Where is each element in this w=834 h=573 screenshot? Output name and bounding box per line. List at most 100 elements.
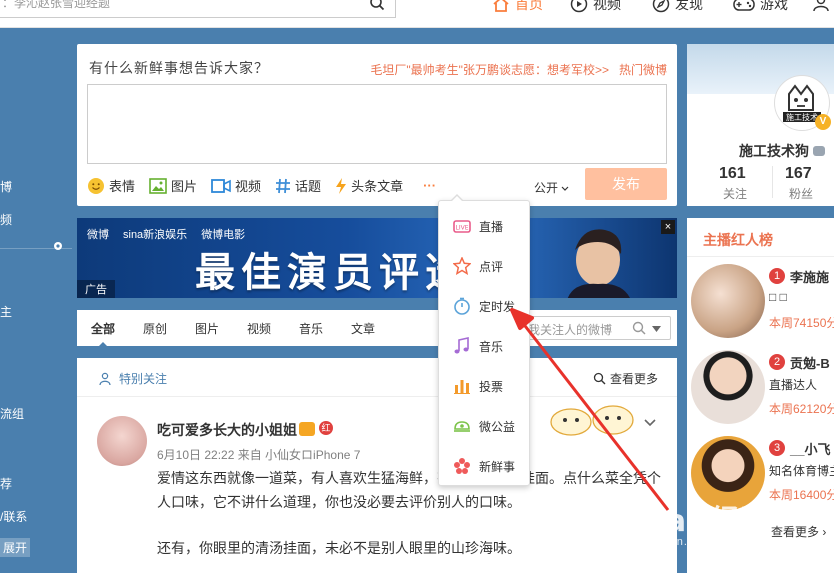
- search-icon[interactable]: [632, 321, 646, 335]
- nav-game[interactable]: 游戏: [733, 0, 788, 14]
- publish-button[interactable]: 发布: [585, 168, 667, 200]
- rank-name[interactable]: 贡勉-B: [790, 353, 830, 372]
- hot-topic-text[interactable]: 毛坦厂"最帅考生"张万鹏谈志愿：想考军校>>: [370, 63, 609, 77]
- topic-button[interactable]: 话题: [275, 176, 321, 195]
- rank-name[interactable]: 李施施: [790, 267, 829, 286]
- sidebar-item[interactable]: 荐: [0, 475, 12, 492]
- fans-count[interactable]: 167: [785, 165, 812, 183]
- headline-article-button[interactable]: 头条文章: [335, 176, 403, 195]
- top-bar: ：李沁赵张雪迎经题 首页 视频 发现 游戏: [0, 0, 834, 28]
- followed-search-placeholder: 我关注人的微博: [528, 323, 613, 337]
- menu-item-vote[interactable]: 投票: [439, 365, 531, 405]
- more-tools-button[interactable]: ···: [423, 178, 436, 193]
- sidebar-item[interactable]: /联系: [0, 508, 27, 525]
- flower-icon: [454, 458, 470, 474]
- video-camera-icon: [211, 178, 231, 193]
- post-paragraph: 爱情这东西就像一道菜，有人喜欢生猛海鲜，有人偏爱清汤挂面。点什么菜全凭个人口味，…: [157, 470, 661, 510]
- menu-item-charity[interactable]: 微公益: [439, 405, 531, 445]
- more-tools-label: ···: [423, 178, 437, 193]
- publish-box: 有什么新鲜事想告诉大家？ 毛坦厂"最帅考生"张万鹏谈志愿：想考军校>> 热门微博…: [77, 44, 677, 206]
- feed-divider: [77, 396, 677, 397]
- emoji-button[interactable]: 表情: [87, 176, 135, 195]
- baidu-jingyan-watermark: Bai 经验 jingyan.baidu.com: [642, 496, 772, 548]
- rank-number: 3: [769, 440, 785, 456]
- avatar[interactable]: [97, 416, 147, 466]
- chevron-down-icon[interactable]: [643, 416, 657, 430]
- charity-icon: [454, 421, 470, 432]
- compass-icon: [652, 0, 670, 13]
- gamepad-icon: [733, 0, 755, 11]
- emoji-label: 表情: [109, 179, 136, 194]
- music-icon: [454, 337, 469, 354]
- video-button[interactable]: 视频: [211, 176, 261, 195]
- ad-label: 广告: [77, 280, 115, 298]
- profile-name[interactable]: 施工技术狗: [739, 141, 825, 161]
- sidebar-item[interactable]: 流组: [0, 405, 24, 422]
- tab-videos[interactable]: 视频: [247, 320, 271, 337]
- bar-chart-icon: [454, 380, 470, 394]
- avatar[interactable]: [691, 350, 765, 424]
- menu-item-scheduled[interactable]: 定时发: [439, 285, 531, 325]
- nav-home[interactable]: 首页: [492, 0, 543, 14]
- hot-weibo-link[interactable]: 热门微博: [619, 63, 667, 77]
- search-icon: [593, 372, 606, 385]
- rank-name[interactable]: __小飞: [790, 439, 830, 458]
- rank-desc: 直播达人: [769, 378, 818, 392]
- post-meta[interactable]: 6月10日 22:22 来自 小仙女ロiPhone 7: [157, 446, 360, 463]
- banner-close-button[interactable]: ×: [661, 220, 675, 234]
- tab-all[interactable]: 全部: [91, 320, 115, 347]
- ranking-item[interactable]: 2 贡勉-B 直播达人 本周62120分: [687, 344, 834, 428]
- post-paragraph: 还有，你眼里的清汤挂面，未必不是别人眼里的山珍海味。: [157, 540, 521, 556]
- verified-badge-icon: V: [815, 114, 831, 130]
- follow-count[interactable]: 161: [719, 165, 746, 183]
- hot-topic-link[interactable]: 毛坦厂"最帅考生"张万鹏谈志愿：想考军校>> 热门微博: [370, 61, 667, 78]
- banner-title: 最佳演员评选: [195, 250, 471, 296]
- followed-search-input[interactable]: 我关注人的微博: [523, 316, 671, 340]
- caret-down-icon[interactable]: [652, 326, 661, 332]
- follow-label[interactable]: 关注: [723, 185, 747, 202]
- fans-label[interactable]: 粉丝: [789, 185, 813, 202]
- feed-card: 特别关注 查看更多 吃可爱多长大的小姐姐 红 6月10日 22:22 来自 小仙…: [77, 358, 677, 573]
- sidebar-item[interactable]: 博: [0, 178, 12, 195]
- avatar[interactable]: 施工技术 V: [775, 76, 831, 130]
- sidebar-item[interactable]: 主: [0, 303, 12, 320]
- stopwatch-icon: [454, 297, 470, 315]
- sidebar-expand-button[interactable]: 展开: [0, 538, 31, 557]
- post-body: 爱情这东西就像一道菜，有人喜欢生猛海鲜，有人偏爱清汤挂面。点什么菜全凭个人口味，…: [157, 466, 667, 573]
- sidebar-item[interactable]: 频: [0, 211, 12, 228]
- menu-item-label: 点评: [479, 260, 504, 274]
- tab-articles[interactable]: 文章: [351, 320, 375, 337]
- see-more-label: 查看更多: [610, 372, 659, 386]
- left-sidebar: 博 频 主 流组 荐 /联系 展开: [0, 28, 76, 573]
- tab-music[interactable]: 音乐: [299, 320, 323, 337]
- post-username[interactable]: 吃可爱多长大的小姐姐: [157, 420, 297, 440]
- red-badge[interactable]: 红: [319, 421, 333, 435]
- tab-pictures[interactable]: 图片: [195, 320, 219, 337]
- menu-item-music[interactable]: 音乐: [439, 325, 531, 365]
- nav-video[interactable]: 视频: [570, 0, 621, 14]
- user-plus-icon: [99, 372, 111, 385]
- menu-item-live[interactable]: LIVE 直播: [439, 205, 531, 245]
- picture-button[interactable]: 图片: [149, 176, 197, 195]
- settings-gear-icon[interactable]: [52, 240, 64, 252]
- menu-item-label: 投票: [479, 380, 504, 394]
- nav-user[interactable]: [812, 0, 830, 12]
- special-follow-label: 特别关注: [119, 372, 168, 386]
- special-follow-header[interactable]: 特别关注: [99, 370, 167, 387]
- ad-banner[interactable]: 微博 sina新浪娱乐 微博电影 最佳演员评选 广告 ×: [77, 218, 677, 298]
- profile-stats-divider: [772, 166, 773, 198]
- see-more-link[interactable]: 查看更多: [593, 370, 658, 387]
- visibility-dropdown[interactable]: 公开: [534, 179, 569, 196]
- post-textarea[interactable]: [87, 84, 667, 164]
- nav-discover[interactable]: 发现: [652, 0, 703, 14]
- menu-item-news[interactable]: 新鲜事: [439, 445, 531, 485]
- global-search-input[interactable]: ：李沁赵张雪迎经题: [0, 0, 396, 18]
- menu-item-review[interactable]: 点评: [439, 245, 531, 285]
- avatar[interactable]: [691, 264, 765, 338]
- search-placeholder: ：李沁赵张雪迎经题: [2, 0, 111, 10]
- search-icon[interactable]: [369, 0, 385, 11]
- tab-original[interactable]: 原创: [143, 320, 167, 337]
- vip-badge-icon[interactable]: [299, 422, 315, 436]
- ranking-see-more-link[interactable]: 查看更多 ›: [771, 523, 826, 540]
- ranking-item[interactable]: 1 李施施 □ □ 本周74150分: [687, 258, 834, 342]
